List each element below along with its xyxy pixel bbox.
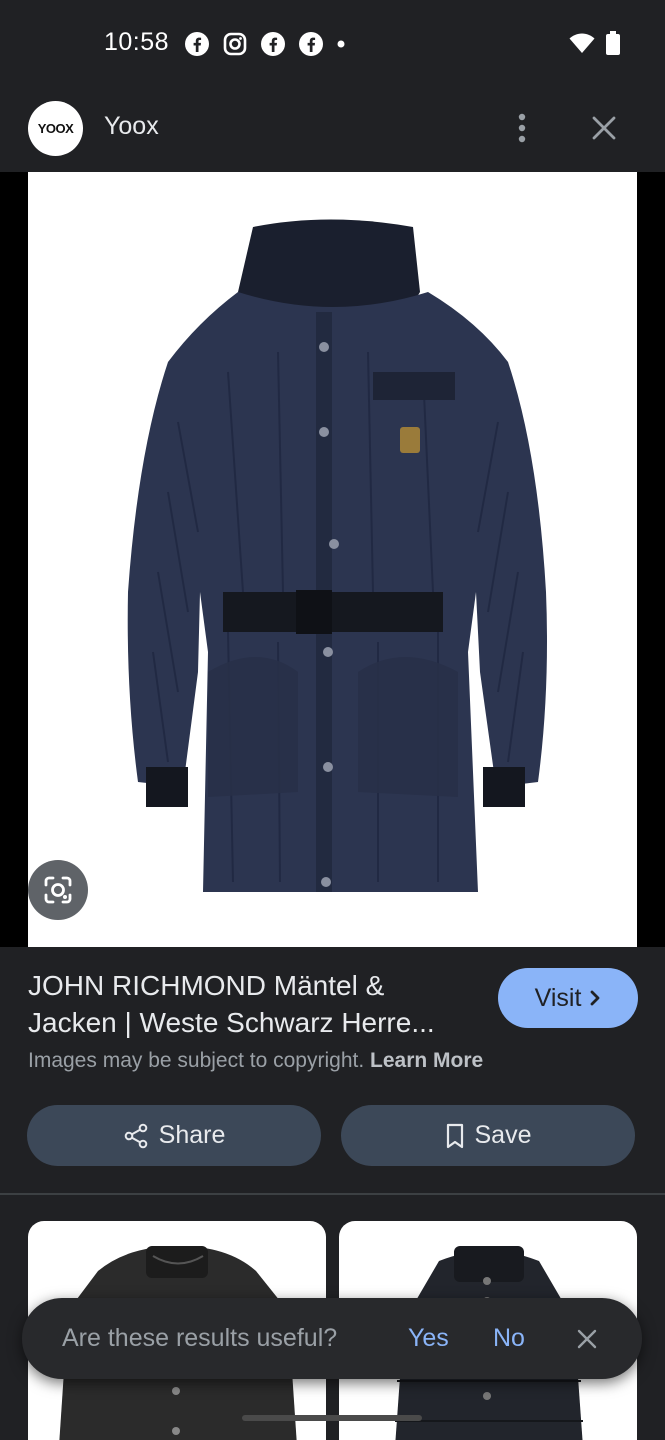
site-name[interactable]: Yoox	[104, 112, 159, 141]
share-button[interactable]: Share	[27, 1105, 321, 1166]
facebook-icon	[185, 32, 209, 56]
battery-icon	[606, 31, 620, 55]
bookmark-icon	[446, 1123, 463, 1148]
feedback-close-button[interactable]	[570, 1322, 604, 1356]
system-icons	[569, 31, 621, 55]
logo-text: YOOX	[37, 121, 74, 136]
share-icon	[124, 1123, 147, 1148]
result-info: JOHN RICHMOND Mäntel & Jacken | Weste Sc…	[0, 947, 665, 1194]
home-indicator[interactable]	[242, 1415, 422, 1421]
page-title-line2: Jacken | Weste Schwarz Herre...	[28, 1007, 435, 1038]
copyright-text: Images may be subject to copyright.	[28, 1049, 365, 1072]
status-bar: 10:58	[0, 0, 665, 84]
learn-more-link[interactable]: Learn More	[370, 1049, 483, 1072]
chevron-right-icon	[590, 990, 600, 1006]
google-lens-button[interactable]	[28, 860, 88, 920]
copyright-notice: Images may be subject to copyright. Lear…	[28, 1049, 483, 1073]
close-icon	[592, 116, 616, 140]
facebook-icon	[261, 32, 285, 56]
more-vert-icon	[518, 113, 526, 143]
site-logo[interactable]: YOOX	[28, 101, 83, 156]
viewer-header: YOOX Yoox	[0, 84, 665, 172]
google-lens-icon	[44, 876, 72, 904]
feedback-no-button[interactable]: No	[493, 1324, 525, 1353]
notification-icons	[184, 31, 346, 57]
wifi-icon	[569, 33, 595, 53]
page-title[interactable]: JOHN RICHMOND Mäntel & Jacken | Weste Sc…	[28, 967, 478, 1041]
close-button[interactable]	[584, 106, 624, 150]
facebook-icon	[299, 32, 323, 56]
close-icon	[577, 1329, 597, 1349]
save-button[interactable]: Save	[341, 1105, 635, 1166]
visit-button[interactable]: Visit	[498, 968, 638, 1028]
dot-icon	[337, 40, 345, 48]
save-label: Save	[474, 1121, 532, 1149]
more-options-button[interactable]	[505, 106, 539, 150]
page-title-line1: JOHN RICHMOND Mäntel &	[28, 970, 385, 1001]
feedback-toast: Are these results useful? Yes No	[22, 1298, 642, 1379]
product-image[interactable]	[28, 172, 637, 947]
image-viewer	[0, 172, 665, 947]
feedback-yes-button[interactable]: Yes	[408, 1324, 449, 1353]
instagram-icon	[223, 32, 247, 56]
feedback-question: Are these results useful?	[62, 1324, 338, 1352]
parka-illustration	[127, 219, 547, 892]
share-label: Share	[158, 1121, 226, 1149]
visit-label: Visit	[534, 983, 582, 1012]
status-time: 10:58	[104, 28, 170, 56]
